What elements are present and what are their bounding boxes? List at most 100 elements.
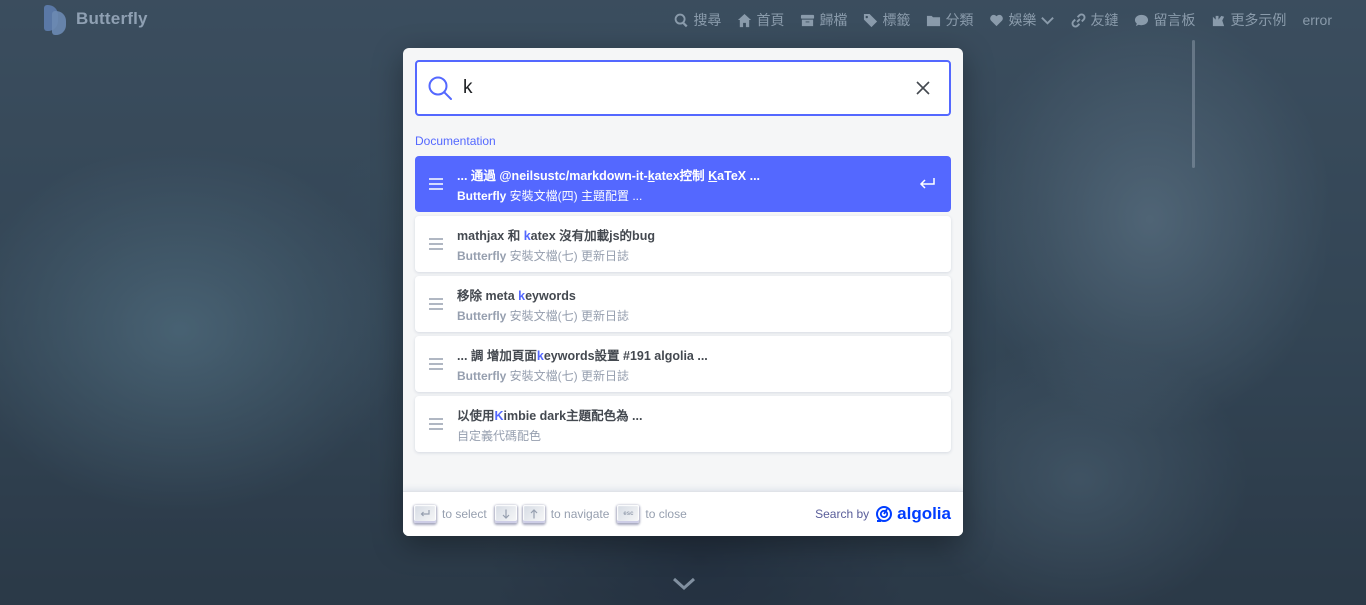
arrow-down-key: [494, 505, 517, 523]
navigate-label: to navigate: [550, 507, 610, 521]
nav-item-tags[interactable]: 標籤: [863, 10, 910, 30]
algolia-icon: [876, 506, 893, 522]
hit-path-lvl0: Butterfly: [457, 308, 507, 323]
nav-item-label: 歸檔: [819, 12, 848, 28]
scrollbar[interactable]: [1192, 40, 1195, 168]
hit-title: ... 通過 @neilsustc/markdown-it-katex控制 Ka…: [457, 165, 760, 184]
hit-title-text: ... 調 增加頁面: [457, 348, 537, 363]
hit-path-lvl0: Butterfly: [457, 248, 507, 263]
navbar: Butterfly 搜尋 首頁 歸檔 標籤 分類 娛樂 友鏈 留言板 更多示例 …: [0, 0, 1366, 40]
nav-item-label: 分類: [945, 12, 974, 28]
search-modal: Documentation ... 通過 @neilsustc/markdown…: [403, 48, 963, 536]
algolia-logo: algolia: [875, 504, 951, 524]
hit-title: ... 調 增加頁面keywords設置 #191 algolia ...: [457, 345, 708, 364]
esc-label: esc: [623, 511, 634, 517]
hit-content: 移除 meta keywords Butterfly 安裝文檔(七) 更新日誌: [457, 285, 629, 324]
nav-item-categories[interactable]: 分類: [926, 10, 973, 30]
nav-item-home[interactable]: 首頁: [737, 10, 784, 30]
hit-path: Butterfly 安裝文檔(四) 主題配置 ...: [457, 187, 760, 204]
content-lines-icon: [429, 238, 443, 250]
clear-search-button[interactable]: [903, 68, 943, 108]
content-lines-icon: [429, 298, 443, 310]
archive-icon: [801, 14, 815, 26]
search-by-algolia[interactable]: Search by algolia: [815, 504, 951, 524]
nav-item-guestbook[interactable]: 留言板: [1134, 10, 1195, 30]
nav-item-search[interactable]: 搜尋: [674, 10, 721, 30]
hit-type-icon: [415, 416, 457, 432]
hit-highlight: k: [523, 228, 531, 243]
nav-item-error[interactable]: error: [1302, 12, 1332, 28]
nav-item-label: 留言板: [1153, 12, 1196, 28]
nav-item-label: 搜尋: [693, 12, 722, 28]
hit-type-icon: [415, 176, 457, 192]
search-hit[interactable]: mathjax 和 katex 沒有加載js的bug Butterfly 安裝文檔…: [415, 216, 951, 272]
select-label: to select: [442, 507, 487, 521]
arrow-down-icon: [502, 509, 510, 519]
hit-title-text: atex控制: [654, 168, 709, 183]
arrow-up-icon: [530, 509, 538, 519]
hit-type-icon: [415, 236, 457, 252]
hit-path-rest: 安裝文檔(四) 主題配置 ...: [506, 188, 643, 203]
search-form: [415, 60, 951, 116]
hit-path: Butterfly 安裝文檔(七) 更新日誌: [457, 307, 629, 324]
search-hit[interactable]: 移除 meta keywords Butterfly 安裝文檔(七) 更新日誌: [415, 276, 951, 332]
hit-path: Butterfly 安裝文檔(七) 更新日誌: [457, 367, 708, 384]
enter-icon: [917, 174, 937, 194]
brand[interactable]: Butterfly: [40, 3, 148, 35]
tag-icon: [864, 13, 878, 27]
hit-source-title: Documentation: [415, 134, 496, 148]
command-select: to select: [414, 505, 487, 523]
hit-content: 以使用Kimbie dark主題配色為 ... 自定義代碼配色: [457, 405, 642, 444]
hit-title-text: imbie dark主題配色為 ...: [503, 408, 643, 423]
hit-title-text: eywords設置 #191 algolia ...: [543, 348, 708, 363]
folder-icon: [927, 15, 941, 26]
command-close: esc to close: [617, 505, 687, 523]
home-icon: [738, 13, 752, 27]
hit-highlight: K: [494, 408, 504, 423]
nav-item-label: 友鏈: [1090, 12, 1119, 28]
hit-path-rest: 安裝文檔(七) 更新日誌: [506, 308, 630, 323]
content-lines-icon: [429, 418, 443, 430]
nav-menu: 搜尋 首頁 歸檔 標籤 分類 娛樂 友鏈 留言板 更多示例 error: [674, 10, 1332, 30]
hit-path-rest: 安裝文檔(七) 更新日誌: [506, 368, 630, 383]
hit-highlight: k: [536, 348, 544, 363]
hit-highlight: K: [708, 168, 718, 183]
nav-item-label: 標籤: [882, 12, 911, 28]
hit-type-icon: [415, 356, 457, 372]
modal-footer: to select to navigate esc to close Searc…: [403, 492, 963, 536]
scroll-down-icon[interactable]: [672, 574, 696, 594]
hit-highlight: k: [647, 168, 655, 183]
hit-title-text: ... 通過 @neilsustc/markdown-it-: [457, 168, 648, 183]
search-by-label: Search by: [815, 507, 870, 521]
nav-item-entertainment[interactable]: 娛樂: [989, 10, 1055, 30]
nav-item-more-examples[interactable]: 更多示例: [1211, 10, 1286, 30]
hit-title: mathjax 和 katex 沒有加載js的bug: [457, 225, 655, 244]
algolia-wordmark: algolia: [897, 504, 951, 523]
search-hit[interactable]: ... 調 增加頁面keywords設置 #191 algolia ... But…: [415, 336, 951, 392]
close-label: to close: [645, 507, 687, 521]
enter-icon: [420, 510, 430, 517]
search-hit[interactable]: ... 通過 @neilsustc/markdown-it-katex控制 Ka…: [415, 156, 951, 212]
hit-title-text: eywords: [525, 288, 576, 303]
enter-key: [414, 505, 436, 523]
nav-item-archive[interactable]: 歸檔: [800, 10, 847, 30]
search-input[interactable]: [463, 68, 903, 108]
hit-title: 移除 meta keywords: [457, 285, 629, 304]
chevron-down-icon: [1041, 16, 1055, 25]
search-icon: [675, 13, 688, 27]
hit-title-text: aTeX ...: [717, 168, 761, 183]
search-hit[interactable]: 以使用Kimbie dark主題配色為 ... 自定義代碼配色: [415, 396, 951, 452]
content-lines-icon: [429, 358, 443, 370]
heart-icon: [990, 14, 1004, 26]
hit-title-text: mathjax 和: [457, 228, 524, 243]
hit-type-icon: [415, 296, 457, 312]
hit-path-lvl0: Butterfly: [457, 368, 507, 383]
close-icon: [916, 81, 930, 95]
hit-title-text: atex 沒有加載js的bug: [530, 228, 655, 243]
content-lines-icon: [429, 178, 443, 190]
hit-content: ... 調 增加頁面keywords設置 #191 algolia ... But…: [457, 345, 708, 384]
hit-path: 自定義代碼配色: [457, 427, 642, 444]
butterfly-logo-icon: [40, 3, 70, 35]
nav-item-links[interactable]: 友鏈: [1071, 10, 1118, 30]
arrow-up-key: [522, 505, 545, 523]
